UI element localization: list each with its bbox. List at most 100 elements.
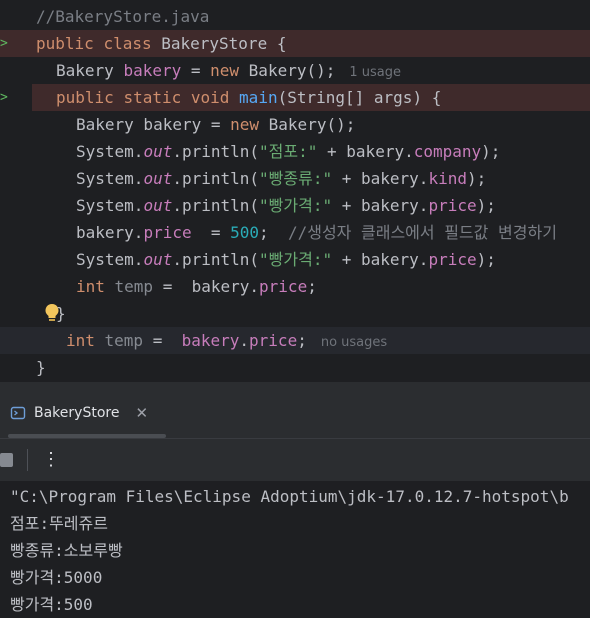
console-icon: [10, 406, 26, 420]
run-gutter-icon[interactable]: >: [0, 30, 10, 57]
code-line[interactable]: int temp = bakery.price;: [0, 273, 590, 300]
usage-inlay-hint[interactable]: 1 usage: [349, 65, 401, 80]
code-token: = bakery.: [153, 277, 260, 296]
code-token: ;: [297, 331, 307, 350]
code-token: );: [466, 169, 487, 188]
code-line[interactable]: System.out.println("빵가격:" + bakery.price…: [0, 246, 590, 273]
code-line-content: int temp = bakery.price; no usages: [66, 327, 387, 356]
code-token: out: [143, 250, 173, 269]
code-line-content: }: [56, 300, 66, 327]
code-token: BakeryStore {: [161, 34, 287, 53]
code-token: .println(: [172, 169, 260, 188]
code-token: out: [143, 196, 173, 215]
code-token: System.: [76, 250, 144, 269]
code-token: 500: [230, 223, 260, 242]
run-toolbar: ⋮: [0, 439, 590, 481]
code-token: ;: [259, 223, 288, 242]
code-editor[interactable]: //BakeryStore.java > public class Bakery…: [0, 0, 590, 382]
code-token: main: [239, 88, 278, 107]
code-line-content: }: [36, 354, 46, 381]
code-token: public: [36, 34, 104, 53]
console-output[interactable]: "C:\Program Files\Eclipse Adoptium\jdk-1…: [0, 481, 590, 618]
code-token: new: [230, 115, 269, 134]
code-token: static: [123, 88, 191, 107]
code-token: //BakeryStore.java: [36, 7, 210, 26]
code-token: System.: [76, 169, 144, 188]
code-token: price: [428, 196, 477, 215]
toolbar-divider: [27, 449, 28, 471]
code-token: out: [143, 142, 173, 161]
code-line[interactable]: System.out.println("빵가격:" + bakery.price…: [0, 192, 590, 219]
code-token: "빵종류:": [259, 169, 333, 188]
code-line-content: public class BakeryStore {: [36, 30, 286, 57]
code-line[interactable]: bakery.price = 500; //생성자 클래스에서 필드값 변경하기: [0, 219, 590, 246]
console-line: 빵종류:소보루빵: [10, 541, 123, 560]
code-token: temp: [114, 277, 154, 296]
code-token: );: [476, 250, 496, 269]
code-token: "점포:": [259, 142, 318, 161]
code-line[interactable]: System.out.println("빵종류:" + bakery.kind)…: [0, 165, 590, 192]
code-token: public: [56, 88, 124, 107]
code-token: + bakery.: [332, 196, 429, 215]
code-line-content: Bakery bakery = new Bakery(); 1 usage: [56, 57, 401, 86]
code-token: price: [249, 331, 298, 350]
code-token: =: [181, 61, 211, 80]
code-token: new: [210, 61, 249, 80]
code-token: .println(: [172, 142, 260, 161]
code-line-content: public static void main(String[] args) {: [56, 84, 441, 111]
code-token: .println(: [172, 250, 260, 269]
code-token: }: [56, 304, 66, 323]
panel-splitter[interactable]: [0, 382, 590, 390]
code-line-content: System.out.println("빵종류:" + bakery.kind)…: [76, 165, 486, 192]
run-gutter-icon[interactable]: >: [0, 84, 10, 111]
close-icon[interactable]: ✕: [135, 404, 148, 422]
code-line-content: int temp = bakery.price;: [76, 273, 317, 300]
code-line-content: System.out.println("빵가격:" + bakery.price…: [76, 192, 496, 219]
code-token: "빵가격:": [259, 250, 333, 269]
code-token: bakery: [123, 61, 182, 80]
code-token: + bakery.: [332, 169, 429, 188]
code-token: //생성자 클래스에서 필드값 변경하기: [287, 223, 557, 242]
more-options-icon[interactable]: ⋮: [42, 447, 60, 473]
code-token: out: [143, 169, 173, 188]
code-token: =: [143, 331, 182, 350]
code-token: + bakery.: [317, 142, 414, 161]
console-line: "C:\Program Files\Eclipse Adoptium\jdk-1…: [10, 487, 569, 506]
code-line[interactable]: }: [0, 300, 590, 327]
code-token: "빵가격:": [259, 196, 333, 215]
code-token: =: [191, 223, 231, 242]
code-token: }: [36, 358, 46, 377]
code-token: Bakery();: [268, 115, 356, 134]
code-line[interactable]: public static void main(String[] args) {: [32, 84, 590, 111]
code-line[interactable]: int temp = bakery.price; no usages: [0, 327, 590, 354]
console-line: 점포:뚜레쥬르: [10, 514, 108, 533]
code-token: );: [476, 196, 496, 215]
code-token: void: [190, 88, 240, 107]
code-line-content: System.out.println("점포:" + bakery.compan…: [76, 138, 500, 165]
code-token: int: [66, 331, 105, 350]
code-token: .println(: [172, 196, 260, 215]
code-line-content: //BakeryStore.java: [36, 3, 209, 30]
code-token: System.: [76, 196, 144, 215]
code-line[interactable]: > public class BakeryStore {: [0, 30, 590, 57]
code-line[interactable]: System.out.println("점포:" + bakery.compan…: [0, 138, 590, 165]
code-line[interactable]: Bakery bakery = new Bakery(); 1 usage: [0, 57, 590, 84]
code-token: .: [239, 331, 250, 350]
code-token: ;: [307, 277, 317, 296]
code-token: company: [413, 142, 482, 161]
code-token: int: [76, 277, 115, 296]
stop-icon[interactable]: [0, 453, 13, 467]
run-tab-bakerystore[interactable]: BakeryStore ✕: [10, 390, 148, 436]
code-token: + bakery.: [332, 250, 429, 269]
code-token: (String[] args) {: [277, 88, 442, 107]
code-line[interactable]: }: [0, 354, 590, 381]
code-line-content: Bakery bakery = new Bakery();: [76, 111, 355, 138]
code-token: bakery: [181, 331, 240, 350]
code-line[interactable]: Bakery bakery = new Bakery();: [0, 111, 590, 138]
code-line[interactable]: //BakeryStore.java: [0, 3, 590, 30]
code-line-content: System.out.println("빵가격:" + bakery.price…: [76, 246, 496, 273]
code-token: Bakery: [56, 61, 124, 80]
run-tool-window-tabs: BakeryStore ✕: [0, 390, 590, 438]
usage-inlay-hint[interactable]: no usages: [321, 335, 387, 350]
code-token: price: [143, 223, 192, 242]
